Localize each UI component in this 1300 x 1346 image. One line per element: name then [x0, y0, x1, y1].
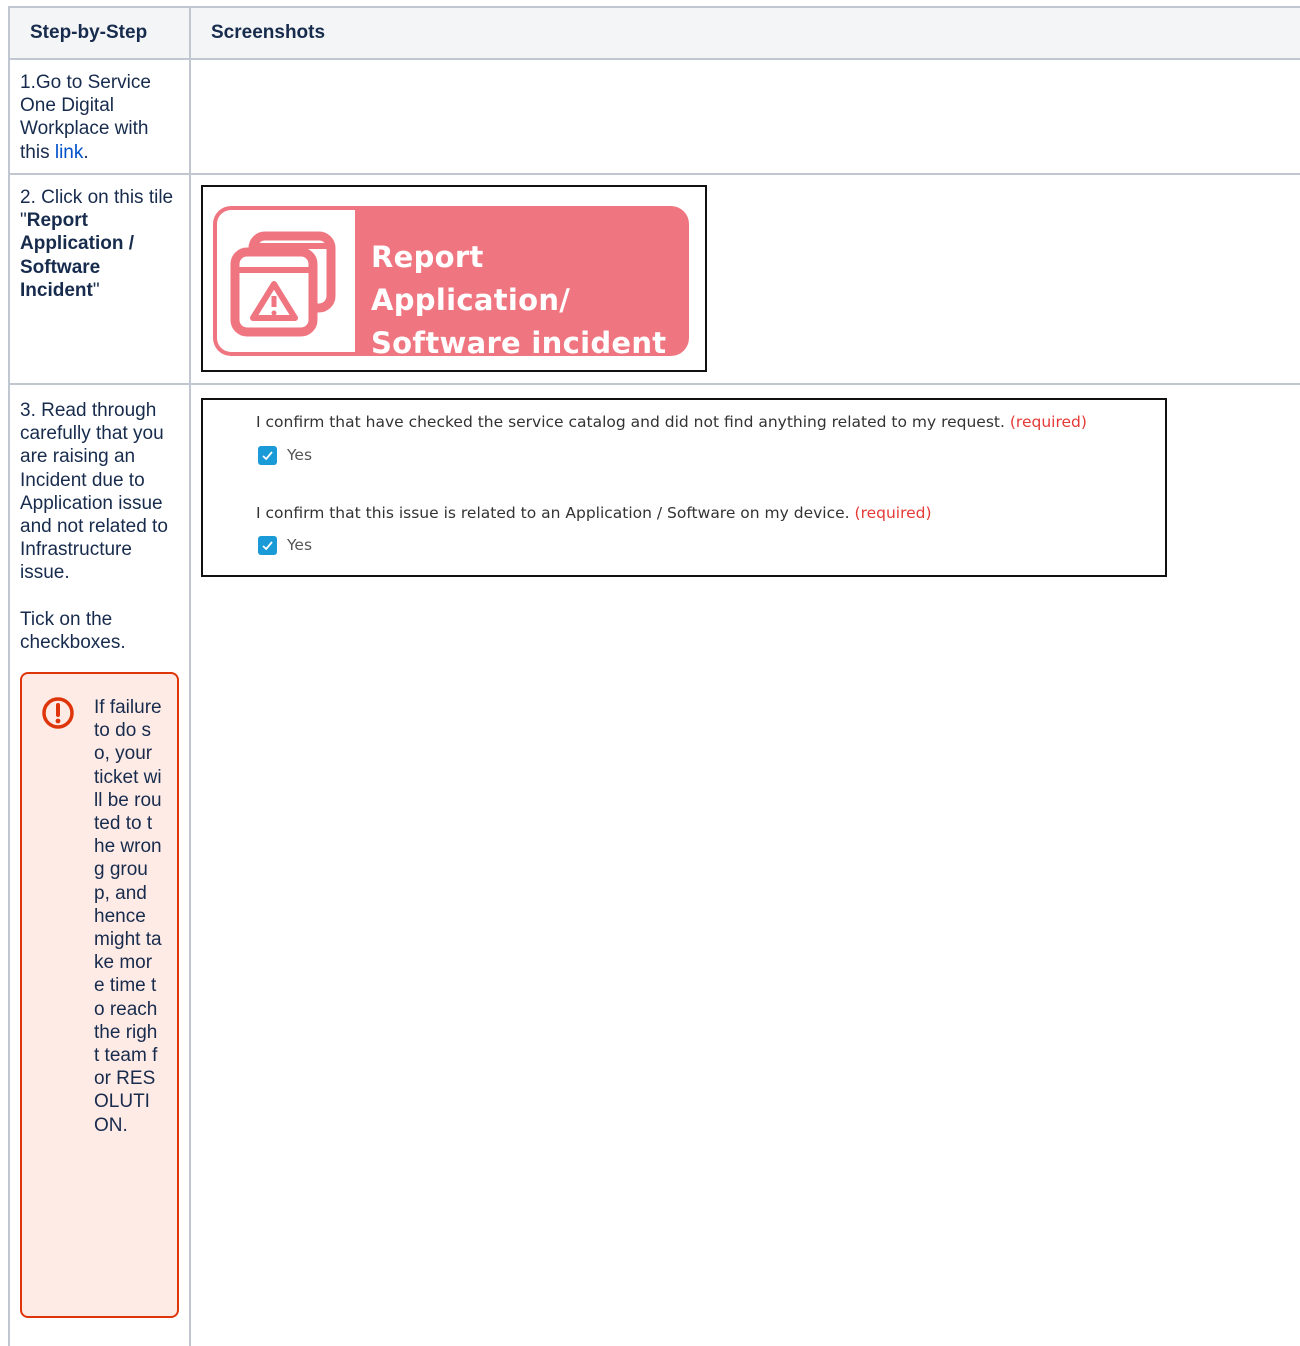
step-2-text: 2. Click on this tile "Report Applicatio… — [20, 187, 174, 301]
row-divider — [8, 383, 1300, 385]
tile-name: Report Application / Software Incident — [20, 210, 134, 301]
step-3-text: 3. Read through carefully that you are r… — [20, 399, 180, 654]
step-1-text: 1.Go to Service One Digital Workplace wi… — [20, 72, 151, 163]
table-header — [8, 6, 1300, 59]
header-step-by-step: Step-by-Step — [30, 22, 148, 43]
required-label: (required) — [1009, 413, 1087, 431]
header-screenshots: Screenshots — [211, 22, 326, 43]
row-divider — [8, 58, 1300, 60]
application-yes-checkbox[interactable] — [258, 536, 277, 555]
service-one-link[interactable]: link — [55, 142, 84, 163]
catalog-yes-checkbox[interactable] — [258, 446, 277, 465]
error-icon — [42, 697, 74, 729]
required-label: (required) — [854, 504, 932, 522]
warning-text: If failure to do so, your ticket will be… — [94, 697, 162, 1136]
row-divider — [8, 6, 1300, 8]
column-divider — [8, 6, 10, 1346]
window-warning-icon — [230, 231, 336, 337]
confirm-catalog-question: I confirm that have checked the service … — [256, 413, 1087, 431]
confirm-application-question: I confirm that this issue is related to … — [256, 504, 932, 522]
step-3-instruction: Tick on the checkboxes. — [20, 608, 126, 653]
row-divider — [8, 173, 1300, 175]
catalog-yes-label: Yes — [287, 446, 313, 464]
report-application-tile[interactable]: Report Application/ Software incident — [213, 206, 689, 360]
checkmark-icon — [262, 451, 273, 461]
checkmark-icon — [262, 541, 273, 551]
form-screenshot: I confirm that have checked the service … — [201, 398, 1167, 577]
application-yes-label: Yes — [287, 536, 313, 554]
tile-screenshot: Report Application/ Software incident — [201, 185, 707, 372]
tile-label: Report Application/ Software incident — [371, 240, 667, 360]
column-divider — [189, 6, 191, 1346]
tile-icon-panel — [217, 210, 355, 352]
warning-panel: If failure to do so, your ticket will be… — [20, 672, 179, 1318]
